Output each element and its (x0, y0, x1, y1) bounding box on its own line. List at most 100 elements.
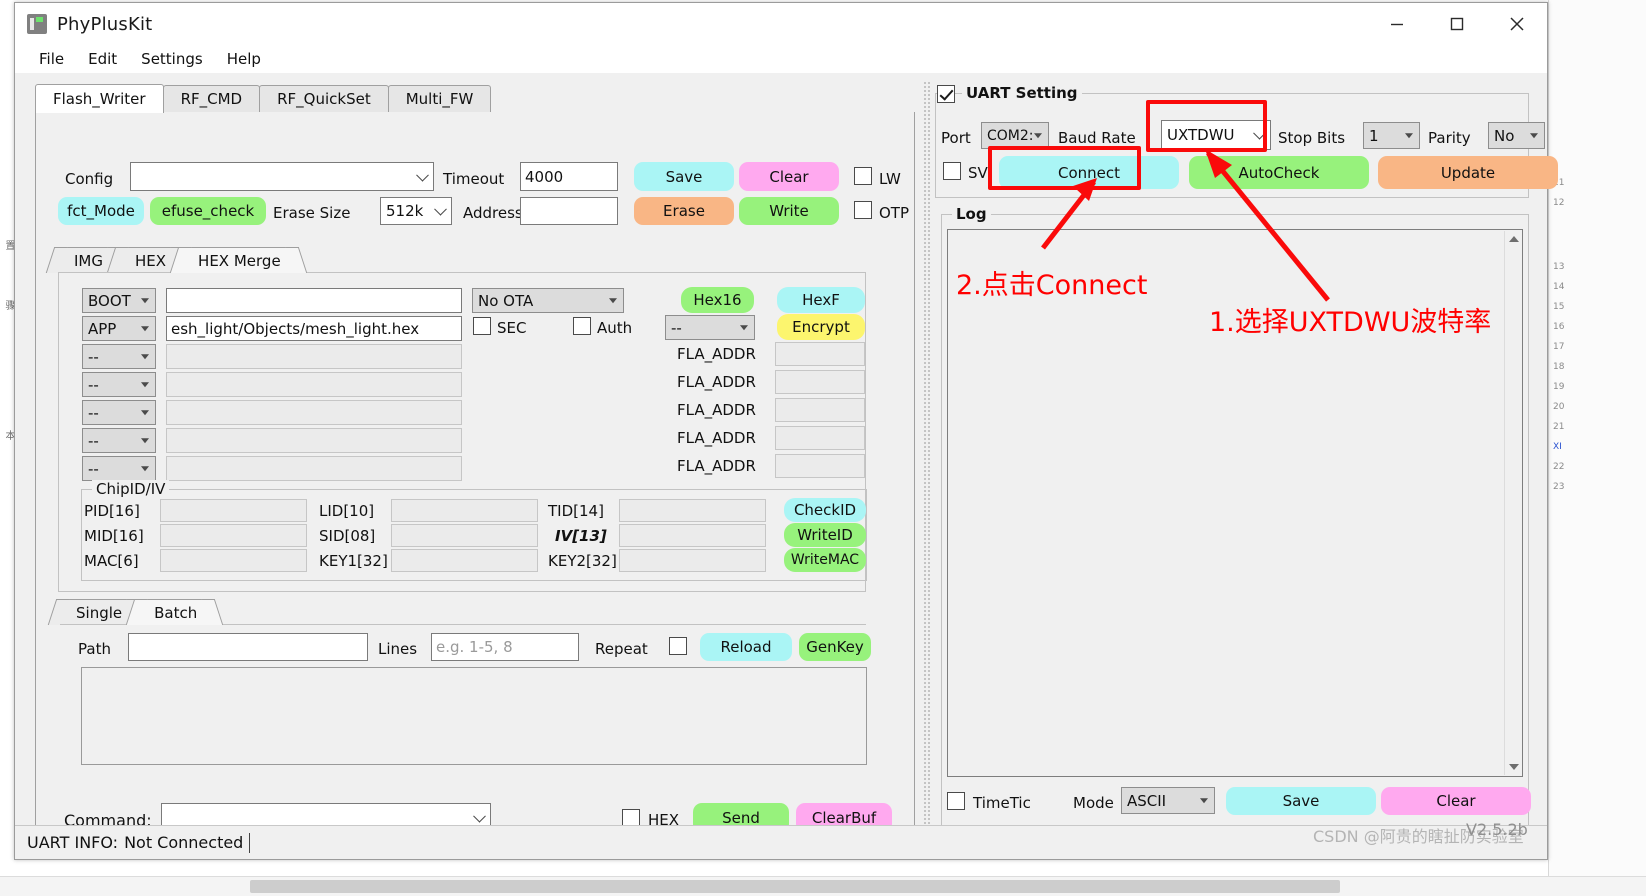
otp-checkbox[interactable] (854, 201, 872, 219)
stop-bits-combo[interactable]: 1 (1363, 122, 1420, 149)
port-combo[interactable]: COM2: (981, 122, 1049, 149)
hex-row-type-combo[interactable]: -- (82, 456, 156, 481)
sec-checkbox[interactable] (473, 317, 491, 335)
port-label: Port (941, 129, 971, 147)
config-combo[interactable] (130, 162, 434, 191)
hex-row-type-combo[interactable]: -- (82, 344, 156, 369)
hex-row-path-input[interactable] (166, 400, 462, 425)
fla-addr-label: FLA_ADDR (677, 429, 756, 447)
fla-addr-input[interactable] (775, 426, 865, 450)
fla-addr-input[interactable] (775, 342, 865, 366)
fct-mode-button[interactable]: fct_Mode (58, 197, 144, 225)
hex-row-type-combo[interactable]: BOOT (82, 288, 156, 313)
hex-row-type-combo[interactable]: -- (82, 372, 156, 397)
save-config-button[interactable]: Save (634, 162, 734, 191)
menu-file[interactable]: File (27, 47, 76, 71)
menu-settings[interactable]: Settings (129, 47, 215, 71)
right-margin-row: 13 (1553, 262, 1565, 272)
pid-input[interactable] (160, 499, 307, 522)
address-input[interactable] (520, 197, 618, 225)
key1-input[interactable] (391, 549, 538, 572)
hex-row-type-combo[interactable]: -- (82, 428, 156, 453)
log-save-button[interactable]: Save (1226, 787, 1376, 815)
repeat-checkbox[interactable] (669, 637, 687, 655)
connect-button[interactable]: Connect (999, 156, 1179, 189)
writeid-button[interactable]: WriteID (784, 523, 866, 547)
timetic-checkbox[interactable] (947, 792, 965, 810)
hex-row-path-value: esh_light/Objects/mesh_light.hex (171, 319, 420, 338)
efuse-check-button[interactable]: efuse_check (150, 197, 266, 225)
tid-input[interactable] (619, 499, 766, 522)
hex-row-path-input[interactable] (166, 428, 462, 453)
encrypt-button[interactable]: Encrypt (777, 314, 865, 340)
hexf-button[interactable]: HexF (777, 287, 865, 313)
fla-addr-input[interactable] (775, 398, 865, 422)
timeout-input[interactable]: 4000 (520, 162, 618, 191)
baud-rate-combo[interactable]: UXTDWU (1161, 120, 1271, 150)
mid-input[interactable] (160, 524, 307, 547)
batch-output-textarea[interactable] (81, 667, 867, 765)
port-value: COM2: (987, 127, 1034, 144)
erase-button[interactable]: Erase (634, 197, 734, 225)
write-button[interactable]: Write (739, 197, 839, 225)
tab-rf-cmd[interactable]: RF_CMD (162, 85, 261, 112)
mac-label: MAC[6] (84, 552, 139, 570)
lines-input[interactable]: e.g. 1-5, 8 (431, 633, 579, 661)
tab-batch[interactable]: Batch (138, 599, 212, 625)
maximize-button[interactable] (1427, 3, 1487, 45)
scroll-down-icon[interactable] (1505, 759, 1522, 775)
path-input[interactable] (128, 633, 368, 661)
lw-checkbox[interactable] (854, 167, 872, 185)
uart-setting-checkbox[interactable] (937, 85, 955, 103)
hex-row-type-value: -- (88, 459, 99, 478)
iv-input[interactable] (619, 524, 766, 547)
autocheck-button[interactable]: AutoCheck (1189, 156, 1369, 189)
key2-input[interactable] (619, 549, 766, 572)
menu-edit[interactable]: Edit (76, 47, 129, 71)
config-label: Config (65, 170, 114, 188)
hex-row-path-input[interactable] (166, 344, 462, 369)
hex-row-path-input[interactable] (166, 372, 462, 397)
menu-help[interactable]: Help (215, 47, 273, 71)
minimize-button[interactable] (1367, 3, 1427, 45)
auth-checkbox[interactable] (573, 317, 591, 335)
hex-row-type-combo[interactable]: -- (82, 400, 156, 425)
writemac-button[interactable]: WriteMAC (784, 548, 866, 572)
update-button[interactable]: Update (1378, 156, 1558, 189)
fla-addr-input[interactable] (775, 454, 865, 478)
ota-combo[interactable]: No OTA (472, 288, 624, 313)
tab-flash-writer[interactable]: Flash_Writer (35, 84, 164, 113)
hex-row-type-value: -- (88, 403, 99, 422)
hex16-button[interactable]: Hex16 (681, 287, 754, 313)
tab-multi-fw[interactable]: Multi_FW (387, 85, 492, 112)
tab-single[interactable]: Single (60, 599, 137, 625)
sv-checkbox[interactable] (943, 162, 961, 180)
log-scrollbar[interactable] (1504, 231, 1521, 775)
hex-row-path-input[interactable] (166, 456, 462, 481)
window-title: PhyPlusKit (57, 13, 153, 35)
reload-button[interactable]: Reload (700, 633, 792, 661)
mode-label: Mode (1073, 794, 1114, 812)
parity-combo[interactable]: No (1488, 122, 1545, 149)
genkey-button[interactable]: GenKey (799, 633, 871, 661)
checkid-button[interactable]: CheckID (784, 498, 866, 522)
hex-row-type-combo[interactable]: APP (82, 316, 156, 341)
hex-row-path-input[interactable]: esh_light/Objects/mesh_light.hex (166, 316, 462, 341)
chevron-down-icon (1253, 126, 1266, 140)
lid-input[interactable] (391, 499, 538, 522)
close-button[interactable] (1487, 3, 1547, 45)
sid-input[interactable] (391, 524, 538, 547)
erase-size-combo[interactable]: 512k (380, 197, 452, 225)
scrollbar-thumb[interactable] (250, 880, 1340, 893)
clear-config-button[interactable]: Clear (739, 162, 839, 191)
mac-input[interactable] (160, 549, 307, 572)
tab-hex-merge[interactable]: HEX Merge (182, 247, 295, 273)
tab-rf-quickset[interactable]: RF_QuickSet (259, 85, 389, 112)
fla-addr-input[interactable] (775, 370, 865, 394)
log-clear-button[interactable]: Clear (1381, 787, 1531, 815)
page-horizontal-scrollbar[interactable] (0, 876, 1646, 896)
hex-row-path-input[interactable] (166, 288, 462, 313)
encrypt-combo[interactable]: -- (665, 315, 755, 340)
scroll-up-icon[interactable] (1505, 231, 1522, 247)
mode-combo[interactable]: ASCII (1121, 787, 1215, 814)
